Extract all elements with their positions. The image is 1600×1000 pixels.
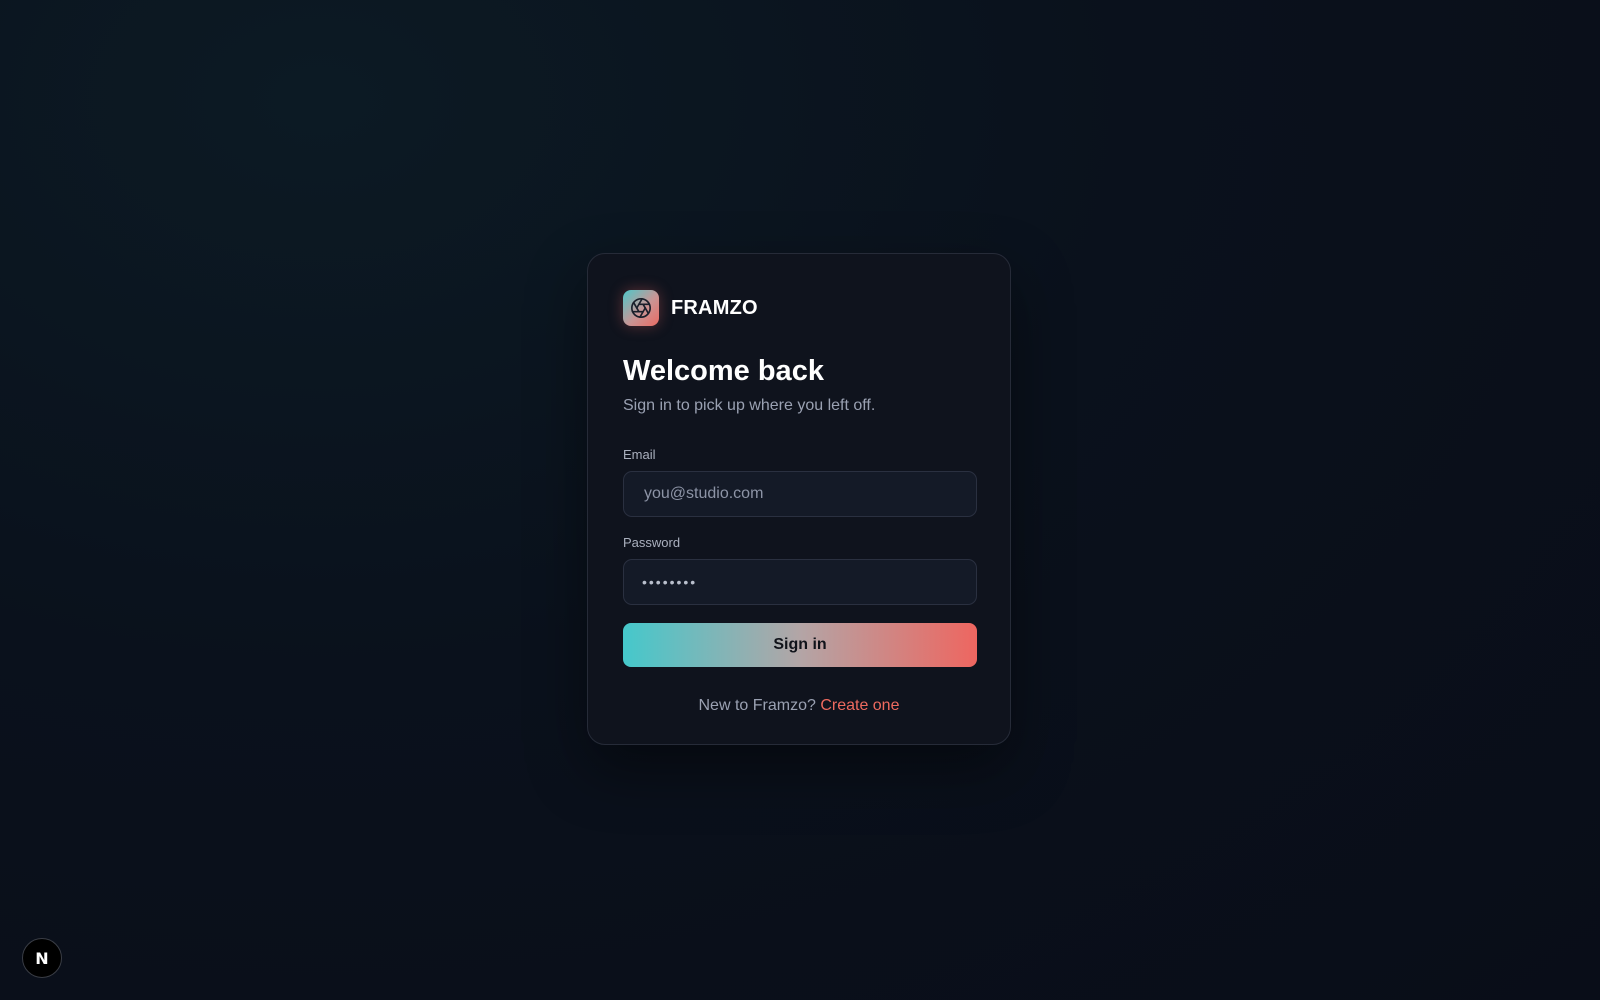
email-field[interactable]	[642, 484, 958, 504]
create-account-link[interactable]: Create one	[820, 697, 899, 714]
login-card: FRAMZO Welcome back Sign in to pick up w…	[587, 253, 1011, 745]
aperture-icon	[623, 290, 659, 326]
page-subtitle: Sign in to pick up where you left off.	[623, 397, 876, 414]
brand-name: FRAMZO	[671, 296, 758, 319]
signup-prompt-text: New to Framzo?	[698, 697, 821, 714]
nextjs-badge-icon[interactable]: N	[22, 938, 62, 978]
password-value[interactable]: ••••••••	[642, 574, 697, 590]
page-title: Welcome back	[623, 355, 824, 387]
password-label: Password	[623, 535, 681, 550]
badge-letter: N	[35, 948, 49, 968]
email-field-container[interactable]	[623, 471, 977, 517]
brand: FRAMZO	[623, 290, 975, 326]
password-field[interactable]: ••••••••	[623, 559, 977, 605]
email-label: Email	[623, 447, 656, 462]
sign-in-button[interactable]: Sign in	[623, 623, 977, 667]
signup-prompt: New to Framzo? Create one	[623, 697, 975, 715]
